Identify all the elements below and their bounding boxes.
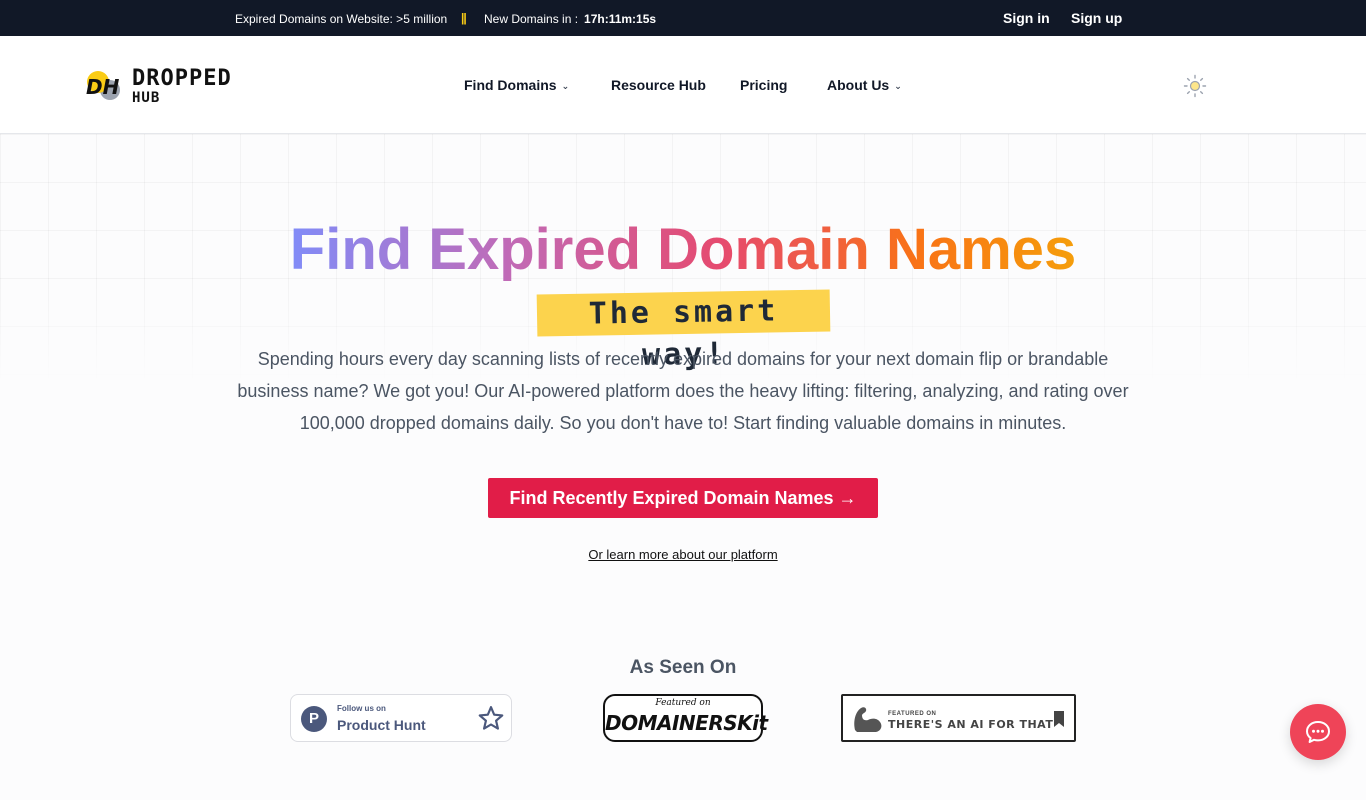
stat-separator: ||: [461, 11, 467, 25]
logo-word-hub: HUB: [132, 90, 161, 106]
product-hunt-badge[interactable]: P Follow us on Product Hunt: [290, 694, 512, 742]
sign-in-link[interactable]: Sign in: [1003, 10, 1050, 26]
nav-find-domains-label: Find Domains: [464, 77, 557, 93]
top-announcement-bar: Expired Domains on Website: >5 million |…: [0, 0, 1366, 36]
sign-up-link[interactable]: Sign up: [1071, 10, 1122, 26]
find-expired-domains-button[interactable]: Find Recently Expired Domain Names →: [488, 478, 878, 518]
chat-bubble-icon: [1306, 721, 1330, 743]
hero-description: Spending hours every day scanning lists …: [237, 349, 1129, 433]
bookmark-icon: [1054, 711, 1064, 727]
nav-pricing[interactable]: Pricing: [740, 77, 787, 93]
domainerskit-featured-text: Featured on: [655, 698, 711, 708]
new-domains-label: New Domains in :: [484, 12, 579, 26]
aiforthat-name: THERE'S AN AI FOR THAT: [888, 718, 1054, 731]
hero-title-text: Find Expired Domain Names: [289, 217, 1077, 282]
flexed-arm-icon: [854, 707, 882, 732]
nav-find-domains[interactable]: Find Domains ⌄: [464, 77, 569, 93]
logo-word-dropped: DROPPED: [132, 66, 232, 91]
star-icon: [478, 706, 504, 730]
dh-logo-icon: DH: [86, 71, 120, 100]
expired-domains-stat: Expired Domains on Website: >5 million: [235, 12, 448, 26]
chat-widget-button[interactable]: [1290, 704, 1346, 760]
product-hunt-icon: P: [301, 706, 327, 732]
new-domains-stat: New Domains in : 17h:11m:15s: [484, 12, 656, 26]
logo-mark-text: DH: [86, 75, 120, 99]
domainerskit-name: DOMAINERSKit: [605, 711, 768, 735]
chevron-down-icon: ⌄: [561, 81, 570, 91]
chevron-down-icon: ⌄: [894, 81, 902, 91]
hero-highlight: The smart way!: [536, 289, 831, 373]
product-hunt-name: Product Hunt: [337, 717, 426, 733]
nav-about-us[interactable]: About Us ⌄: [827, 77, 902, 93]
product-hunt-follow-text: Follow us on: [337, 704, 386, 713]
nav-about-us-label: About Us: [827, 77, 890, 93]
dropped-hub-logo[interactable]: DH DROPPED HUB: [84, 64, 264, 108]
hero-title: Find Expired Domain Names: [0, 214, 1366, 286]
sun-icon[interactable]: [1183, 74, 1207, 98]
main-header: DH DROPPED HUB Find Domains ⌄ Resource Hu…: [0, 36, 1366, 134]
aiforthat-featured-text: FEATURED ON: [888, 711, 937, 717]
theres-an-ai-for-that-badge[interactable]: FEATURED ON THERE'S AN AI FOR THAT: [841, 694, 1076, 742]
as-seen-on-heading: As Seen On: [629, 657, 737, 678]
learn-more-link[interactable]: Or learn more about our platform: [0, 547, 1366, 562]
new-domains-countdown: 17h:11m:15s: [584, 12, 657, 26]
domainerskit-badge[interactable]: Featured on DOMAINERSKit: [603, 694, 768, 742]
nav-resource-hub[interactable]: Resource Hub: [611, 77, 706, 93]
